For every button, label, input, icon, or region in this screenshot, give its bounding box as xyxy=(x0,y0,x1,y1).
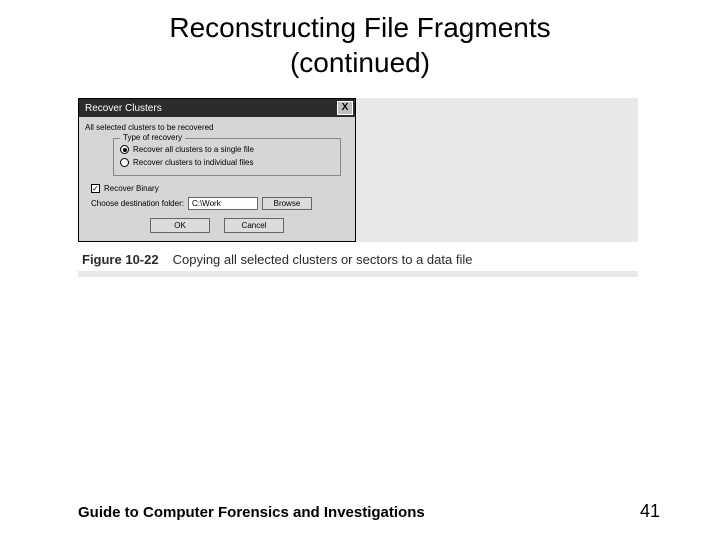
footer-book-title: Guide to Computer Forensics and Investig… xyxy=(78,504,425,521)
slide-title-line2: (continued) xyxy=(40,45,680,80)
recover-clusters-dialog: Recover Clusters X All selected clusters… xyxy=(78,98,356,242)
close-icon[interactable]: X xyxy=(337,101,353,115)
cancel-button[interactable]: Cancel xyxy=(224,218,284,233)
figure-number: Figure 10-22 xyxy=(82,252,159,267)
footer-page-number: 41 xyxy=(640,501,660,522)
figure-caption-text: Copying all selected clusters or sectors… xyxy=(173,252,473,267)
radio-icon xyxy=(120,145,129,154)
destination-input[interactable]: C:\Work xyxy=(188,197,258,210)
dialog-titlebar: Recover Clusters X xyxy=(79,99,355,117)
ok-button[interactable]: OK xyxy=(150,218,210,233)
figure-area: Recover Clusters X All selected clusters… xyxy=(78,98,638,277)
option-single-file-label: Recover all clusters to a single file xyxy=(133,145,254,154)
figure-caption: Figure 10-22 Copying all selected cluster… xyxy=(78,242,638,271)
browse-button[interactable]: Browse xyxy=(262,197,312,210)
dialog-title: Recover Clusters xyxy=(85,103,162,114)
recovery-type-group: Type of recovery Recover all clusters to… xyxy=(113,138,341,176)
slide-title-line1: Reconstructing File Fragments xyxy=(40,10,680,45)
dialog-body: All selected clusters to be recovered Ty… xyxy=(79,117,355,241)
recover-binary-label: Recover Binary xyxy=(104,184,159,193)
slide-title: Reconstructing File Fragments (continued… xyxy=(0,0,720,88)
option-single-file[interactable]: Recover all clusters to a single file xyxy=(120,143,334,156)
dialog-button-row: OK Cancel xyxy=(85,218,349,233)
destination-label: Choose destination folder: xyxy=(91,199,184,208)
option-individual-files[interactable]: Recover clusters to individual files xyxy=(120,156,334,169)
option-individual-files-label: Recover clusters to individual files xyxy=(133,158,254,167)
destination-row: Choose destination folder: C:\Work Brows… xyxy=(85,195,349,212)
checkbox-icon: ✓ xyxy=(91,184,100,193)
recover-binary-row[interactable]: ✓ Recover Binary xyxy=(85,182,349,195)
group-title: Type of recovery xyxy=(120,133,185,142)
slide-footer: Guide to Computer Forensics and Investig… xyxy=(0,501,720,522)
radio-icon xyxy=(120,158,129,167)
